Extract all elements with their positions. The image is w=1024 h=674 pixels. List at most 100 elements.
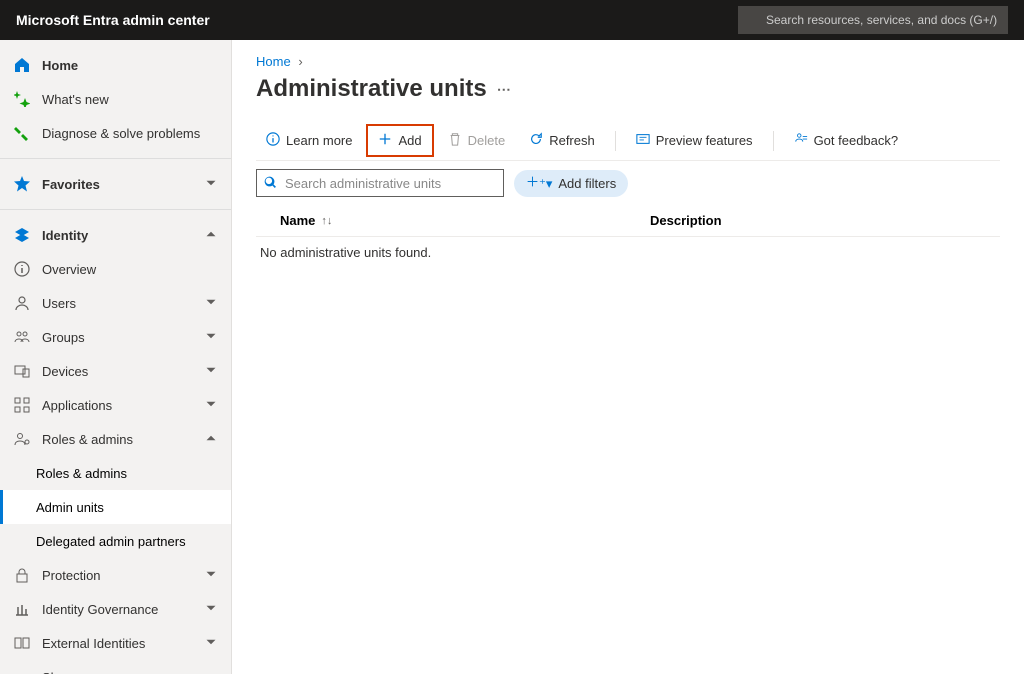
- roles-icon: [14, 431, 30, 447]
- feedback-icon: [794, 132, 808, 149]
- nav-divider: [0, 158, 231, 159]
- global-search-input[interactable]: [738, 6, 1008, 34]
- info-icon: [14, 261, 30, 277]
- nav-devices[interactable]: Devices: [0, 354, 231, 388]
- preview-icon: [636, 132, 650, 149]
- nav-users-label: Users: [42, 296, 76, 311]
- add-filters-button[interactable]: ⁺▾ Add filters: [514, 170, 628, 197]
- page-title: Administrative units: [256, 75, 487, 103]
- diagnose-icon: [14, 125, 30, 141]
- refresh-icon: [529, 132, 543, 149]
- search-units-wrap: [256, 169, 504, 197]
- chevron-down-icon: [205, 398, 217, 413]
- chevron-down-icon: [205, 296, 217, 311]
- chevron-down-icon: [205, 568, 217, 583]
- delete-button: Delete: [438, 126, 516, 155]
- nav-external-identities[interactable]: External Identities: [0, 626, 231, 660]
- add-filters-label: Add filters: [558, 176, 616, 191]
- nav-whats-new-label: What's new: [42, 92, 109, 107]
- nav-protection-label: Protection: [42, 568, 101, 583]
- preview-features-button[interactable]: Preview features: [626, 126, 763, 155]
- nav-overview[interactable]: Overview: [0, 252, 231, 286]
- home-icon: [14, 57, 30, 73]
- delete-label: Delete: [468, 133, 506, 148]
- nav-whats-new[interactable]: What's new: [0, 82, 231, 116]
- nav-identity[interactable]: Identity: [0, 218, 231, 252]
- add-button[interactable]: Add: [366, 124, 433, 157]
- nav-diagnose[interactable]: Diagnose & solve problems: [0, 116, 231, 150]
- filter-bar: ⁺▾ Add filters: [256, 169, 1000, 197]
- preview-label: Preview features: [656, 133, 753, 148]
- column-description[interactable]: Description: [650, 213, 1000, 228]
- nav-show-more[interactable]: Show more: [0, 660, 231, 674]
- nav-divider-2: [0, 209, 231, 210]
- nav-devices-label: Devices: [42, 364, 88, 379]
- column-name[interactable]: Name ↑↓: [280, 213, 650, 228]
- nav-home-label: Home: [42, 58, 78, 73]
- nav-home[interactable]: Home: [0, 48, 231, 82]
- governance-icon: [14, 601, 30, 617]
- star-icon: [14, 176, 30, 192]
- chevron-down-icon: [205, 177, 217, 192]
- table-header: Name ↑↓ Description: [256, 203, 1000, 237]
- feedback-button[interactable]: Got feedback?: [784, 126, 909, 155]
- nav-protection[interactable]: Protection: [0, 558, 231, 592]
- nav-roles-admins[interactable]: Roles & admins: [0, 422, 231, 456]
- breadcrumb: Home ›: [256, 54, 1000, 69]
- global-search-wrap: [738, 6, 1008, 34]
- nav-identity-gov-label: Identity Governance: [42, 602, 158, 617]
- nav-applications[interactable]: Applications: [0, 388, 231, 422]
- empty-state-message: No administrative units found.: [256, 237, 1000, 268]
- sparkle-icon: [14, 91, 30, 107]
- info-icon: [266, 132, 280, 149]
- chevron-down-icon: [205, 602, 217, 617]
- search-units-input[interactable]: [256, 169, 504, 197]
- breadcrumb-home[interactable]: Home: [256, 54, 291, 69]
- apps-icon: [14, 397, 30, 413]
- toolbar-separator: [615, 131, 616, 151]
- main-content: Home › Administrative units ⋯ Learn more…: [232, 40, 1024, 674]
- nav-show-more-label: Show more: [42, 670, 108, 674]
- learn-more-label: Learn more: [286, 133, 352, 148]
- app-title: Microsoft Entra admin center: [16, 12, 738, 28]
- nav-users[interactable]: Users: [0, 286, 231, 320]
- refresh-label: Refresh: [549, 133, 595, 148]
- search-icon: [264, 176, 277, 189]
- sidebar: Home What's new Diagnose & solve problem…: [0, 40, 232, 674]
- nav-sub-delegated[interactable]: Delegated admin partners: [0, 524, 231, 558]
- devices-icon: [14, 363, 30, 379]
- nav-groups[interactable]: Groups: [0, 320, 231, 354]
- nav-sub-admin-units[interactable]: Admin units: [0, 490, 231, 524]
- nav-overview-label: Overview: [42, 262, 96, 277]
- nav-applications-label: Applications: [42, 398, 112, 413]
- lock-icon: [14, 567, 30, 583]
- group-icon: [14, 329, 30, 345]
- top-bar: Microsoft Entra admin center: [0, 0, 1024, 40]
- nav-sub-roles-admins[interactable]: Roles & admins: [0, 456, 231, 490]
- add-label: Add: [398, 133, 421, 148]
- sort-icon: ↑↓: [321, 215, 332, 227]
- chevron-down-icon: [205, 330, 217, 345]
- chevron-up-icon: [205, 228, 217, 243]
- nav-roles-admins-label: Roles & admins: [42, 432, 133, 447]
- page-title-row: Administrative units ⋯: [256, 75, 1000, 103]
- nav-diagnose-label: Diagnose & solve problems: [42, 126, 200, 141]
- nav-identity-label: Identity: [42, 228, 88, 243]
- nav-favorites[interactable]: Favorites: [0, 167, 231, 201]
- toolbar: Learn more Add Delete Refresh Preview fe…: [256, 121, 1000, 161]
- chevron-down-icon: [205, 636, 217, 651]
- refresh-button[interactable]: Refresh: [519, 126, 605, 155]
- more-icon[interactable]: ⋯: [497, 81, 511, 98]
- nav-identity-governance[interactable]: Identity Governance: [0, 592, 231, 626]
- identity-icon: [14, 227, 30, 243]
- feedback-label: Got feedback?: [814, 133, 899, 148]
- filter-icon: ⁺▾: [526, 175, 552, 192]
- trash-icon: [448, 132, 462, 149]
- nav-groups-label: Groups: [42, 330, 85, 345]
- chevron-up-icon: [205, 432, 217, 447]
- breadcrumb-sep: ›: [298, 54, 302, 69]
- learn-more-button[interactable]: Learn more: [256, 126, 362, 155]
- plus-icon: [378, 132, 392, 149]
- external-icon: [14, 635, 30, 651]
- nav-favorites-label: Favorites: [42, 177, 100, 192]
